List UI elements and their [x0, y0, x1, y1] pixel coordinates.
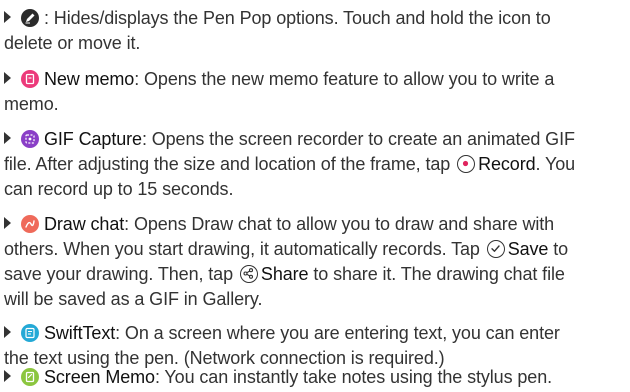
text-line: : Hides/displays the Pen Pop options. To… — [4, 6, 620, 31]
swift-text-icon — [21, 324, 39, 342]
text-line: file. After adjusting the size and locat… — [4, 152, 620, 177]
item-description: save your drawing. Then, tap — [4, 264, 234, 284]
text-line: GIF Capture: Opens the screen recorder t… — [4, 127, 620, 152]
text-line: Draw chat: Opens Draw chat to allow you … — [4, 212, 620, 237]
bullet-triangle-icon — [4, 132, 11, 144]
item-description: memo. — [4, 94, 59, 114]
share-label: Share — [260, 264, 309, 284]
bullet-triangle-icon — [4, 217, 11, 229]
bullet-triangle-icon — [4, 370, 11, 382]
text-line: delete or move it. — [4, 31, 620, 56]
bullet-triangle-icon — [4, 72, 11, 84]
item-description: . You — [535, 154, 576, 174]
save-check-icon — [486, 240, 505, 258]
text-line: memo. — [4, 92, 620, 117]
text-line: others. When you start drawing, it autom… — [4, 237, 620, 262]
item-title: Draw chat — [44, 214, 125, 234]
item-title: New memo — [44, 69, 135, 89]
save-label: Save — [507, 239, 549, 259]
record-label: Record — [478, 154, 536, 174]
item-title: Screen Memo — [44, 367, 155, 387]
item-description: others. When you start drawing, it autom… — [4, 239, 480, 259]
item-description: : Opens Draw chat to allow you to draw a… — [124, 214, 555, 234]
item-description: will be saved as a GIF in Gallery. — [4, 289, 263, 309]
item-description: : Opens the screen recorder to create an… — [141, 129, 575, 149]
list-item-screen-memo: Screen Memo: You can instantly take note… — [4, 365, 620, 390]
item-description: : Opens the new memo feature to allow yo… — [134, 69, 555, 89]
text-line: Screen Memo: You can instantly take note… — [4, 365, 620, 390]
item-description: file. After adjusting the size and locat… — [4, 154, 451, 174]
text-line: can record up to 15 seconds. — [4, 177, 620, 202]
draw-chat-icon — [21, 215, 39, 233]
item-title: SwiftText — [44, 323, 116, 343]
gif-capture-icon — [21, 130, 39, 148]
bullet-triangle-icon — [4, 11, 11, 23]
text-line: save your drawing. Then, tap Share to sh… — [4, 262, 620, 287]
new-memo-icon — [21, 70, 39, 88]
item-description: delete or move it. — [4, 33, 141, 53]
item-description: : On a screen where you are entering tex… — [115, 323, 560, 343]
text-line: New memo: Opens the new memo feature to … — [4, 67, 620, 92]
list-item-gif-capture: GIF Capture: Opens the screen recorder t… — [4, 127, 620, 202]
item-description: to — [548, 239, 569, 259]
pen-pop-icon — [21, 9, 39, 27]
item-description: to share it. The drawing chat file — [308, 264, 565, 284]
screen-memo-icon — [21, 368, 39, 386]
share-icon — [239, 265, 258, 283]
record-icon — [457, 155, 476, 173]
bullet-triangle-icon — [4, 326, 11, 338]
text-line: will be saved as a GIF in Gallery. — [4, 287, 620, 312]
item-description: : Hides/displays the Pen Pop options. To… — [44, 8, 551, 28]
item-description: can record up to 15 seconds. — [4, 179, 234, 199]
list-item-draw-chat: Draw chat: Opens Draw chat to allow you … — [4, 212, 620, 312]
item-title: GIF Capture — [44, 129, 142, 149]
item-description: : You can instantly take notes using the… — [154, 367, 553, 387]
text-line: SwiftText: On a screen where you are ent… — [4, 321, 620, 346]
list-item-pen-pop: : Hides/displays the Pen Pop options. To… — [4, 6, 620, 56]
document-page: : Hides/displays the Pen Pop options. To… — [0, 0, 630, 392]
list-item-new-memo: New memo: Opens the new memo feature to … — [4, 67, 620, 117]
list-item-swift-text: SwiftText: On a screen where you are ent… — [4, 321, 620, 371]
